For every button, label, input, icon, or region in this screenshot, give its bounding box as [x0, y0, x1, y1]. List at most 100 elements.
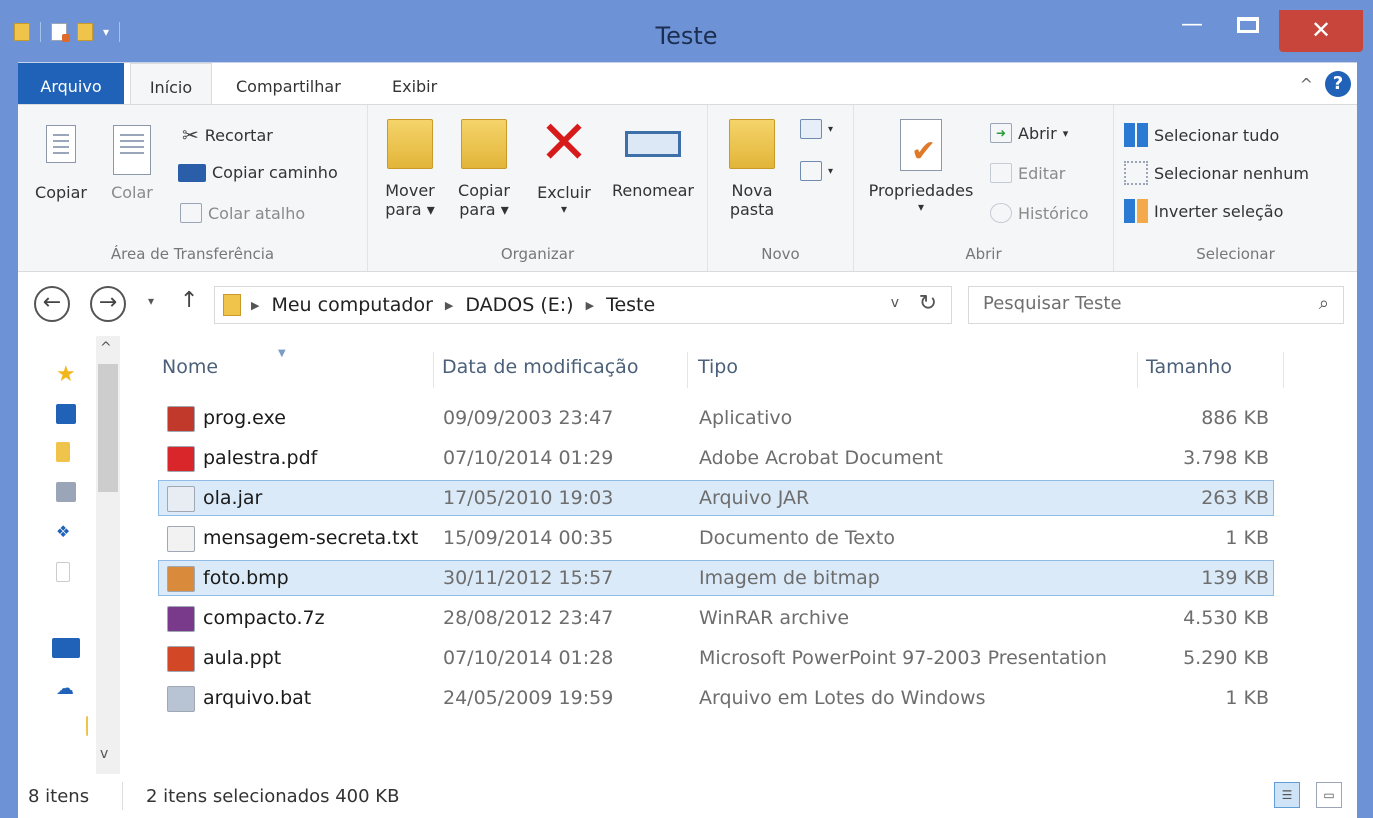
- explorer-window: ▾ Teste — ✕ Arquivo Início Compartilhar …: [0, 0, 1373, 818]
- open-group-label: Abrir: [965, 245, 1002, 263]
- delete-button[interactable]: ✕ Excluir ▾: [532, 108, 596, 216]
- history-button[interactable]: Histórico: [990, 203, 1088, 223]
- group-clipboard: Copiar Colar ✂ Recortar Copiar caminho C…: [18, 105, 368, 271]
- search-input[interactable]: Pesquisar Teste ⌕: [968, 286, 1344, 324]
- copy-to-label: Copiar: [458, 181, 510, 200]
- navigation-pane: ★ ❖ ☁ ^ v: [18, 336, 130, 774]
- column-size[interactable]: Tamanho: [1138, 352, 1284, 388]
- file-row[interactable]: arquivo.bat 24/05/2009 19:59 Arquivo em Lo…: [158, 680, 1274, 716]
- scroll-up-icon[interactable]: ^: [100, 340, 112, 356]
- favorites-star-icon[interactable]: ★: [56, 362, 76, 387]
- desktop-icon[interactable]: [56, 404, 76, 424]
- breadcrumb-current[interactable]: Teste: [606, 294, 655, 316]
- group-organize: Mover para ▾ Copiar para ▾ ✕ Excluir ▾ R…: [368, 105, 708, 271]
- back-button[interactable]: ←: [34, 286, 70, 322]
- paste-button[interactable]: Colar: [102, 125, 162, 202]
- column-name[interactable]: Nome: [158, 352, 434, 388]
- organize-group-label: Organizar: [500, 245, 575, 263]
- select-all-button[interactable]: Selecionar tudo: [1124, 123, 1279, 147]
- minimize-button[interactable]: —: [1167, 10, 1217, 42]
- search-icon[interactable]: ⌕: [1319, 293, 1329, 314]
- nav-scroll-thumb[interactable]: [98, 364, 118, 492]
- maximize-button[interactable]: [1223, 10, 1273, 42]
- column-headers: ▼ Nome Data de modificação Tipo Tamanho: [158, 348, 1288, 388]
- delete-icon: ✕: [538, 108, 590, 178]
- new-item-button[interactable]: ▾: [800, 119, 833, 139]
- file-row[interactable]: compacto.7z 28/08/2012 23:47 WinRAR archiv…: [158, 600, 1274, 636]
- rename-button[interactable]: Renomear: [604, 131, 702, 200]
- file-row[interactable]: prog.exe 09/09/2003 23:47 Aplicativo 886 KB: [158, 400, 1274, 436]
- column-date[interactable]: Data de modificação: [434, 352, 688, 388]
- open-button[interactable]: ➜ Abrir ▾: [990, 123, 1068, 143]
- downloads-folder-icon[interactable]: [56, 442, 70, 462]
- chevron-right-icon[interactable]: ▶: [445, 299, 453, 312]
- copy-to-button[interactable]: Copiar para ▾: [452, 119, 516, 219]
- edit-icon: [990, 163, 1012, 183]
- ribbon-tabs: Arquivo Início Compartilhar Exibir ^ ?: [18, 62, 1357, 105]
- recent-places-icon[interactable]: [56, 482, 76, 502]
- document-icon[interactable]: [56, 562, 70, 582]
- move-to-button[interactable]: Mover para ▾: [378, 119, 442, 219]
- search-placeholder: Pesquisar Teste: [983, 293, 1122, 314]
- address-dropdown-icon[interactable]: v: [891, 295, 899, 311]
- file-row[interactable]: aula.ppt 07/10/2014 01:28 Microsoft PowerP…: [158, 640, 1274, 676]
- invert-selection-button[interactable]: Inverter seleção: [1124, 199, 1283, 223]
- file-row[interactable]: palestra.pdf 07/10/2014 01:29 Adobe Acroba…: [158, 440, 1274, 476]
- breadcrumb-my-computer[interactable]: Meu computador: [271, 294, 432, 316]
- new-folder-button[interactable]: Nova pasta: [724, 119, 780, 219]
- forward-button[interactable]: →: [90, 286, 126, 322]
- ribbon-home: Copiar Colar ✂ Recortar Copiar caminho C…: [18, 104, 1357, 272]
- address-bar[interactable]: ▶ Meu computador ▶ DADOS (E:) ▶ Teste v …: [214, 286, 952, 324]
- recent-locations-icon[interactable]: ▾: [148, 294, 154, 308]
- refresh-icon[interactable]: ↻: [919, 291, 937, 316]
- content-area: ★ ❖ ☁ ^ v ▼ Nome Data de modificação Tip…: [18, 336, 1357, 774]
- breadcrumb-drive[interactable]: DADOS (E:): [465, 294, 573, 316]
- properties-button[interactable]: Propriedades ▾: [862, 119, 980, 214]
- file-row[interactable]: foto.bmp 30/11/2012 15:57 Imagem de bitmap…: [158, 560, 1274, 596]
- new-folder-label-1: Nova: [731, 181, 773, 200]
- computer-icon[interactable]: [52, 638, 80, 658]
- new-group-label: Novo: [761, 245, 800, 263]
- copy-label: Copiar: [35, 183, 87, 202]
- easy-access-button[interactable]: ▾: [800, 161, 833, 181]
- tab-view[interactable]: Exibir: [384, 63, 445, 105]
- chevron-right-icon[interactable]: ▶: [251, 299, 259, 312]
- paste-shortcut-button[interactable]: Colar atalho: [180, 203, 305, 223]
- up-button[interactable]: ↑: [180, 288, 198, 313]
- file-name: arquivo.bat: [203, 687, 312, 709]
- close-button[interactable]: ✕: [1279, 10, 1363, 52]
- column-type[interactable]: Tipo: [688, 352, 1138, 388]
- copy-button[interactable]: Copiar: [28, 125, 94, 202]
- file-name: mensagem-secreta.txt: [203, 527, 419, 549]
- chevron-right-icon[interactable]: ▶: [586, 299, 594, 312]
- rename-icon: [625, 131, 681, 157]
- cut-button[interactable]: ✂ Recortar: [182, 123, 273, 147]
- select-none-icon: [1124, 161, 1148, 185]
- file-size: 1 KB: [1225, 527, 1269, 549]
- large-icons-view-icon[interactable]: ▭: [1316, 782, 1342, 808]
- easy-access-icon: [800, 161, 822, 181]
- edit-button[interactable]: Editar: [990, 163, 1065, 183]
- file-type: Documento de Texto: [699, 527, 895, 549]
- select-none-button[interactable]: Selecionar nenhum: [1124, 161, 1309, 185]
- new-folder-label-2: pasta: [729, 200, 775, 219]
- file-type: Imagem de bitmap: [699, 567, 880, 589]
- file-row[interactable]: mensagem-secreta.txt 15/09/2014 00:35 Docu…: [158, 520, 1274, 556]
- tree-line: [86, 716, 90, 736]
- file-row[interactable]: ola.jar 17/05/2010 19:03 Arquivo JAR 263 KB: [158, 480, 1274, 516]
- bmp-icon: [167, 566, 195, 592]
- edit-label: Editar: [1018, 163, 1066, 183]
- file-date: 30/11/2012 15:57: [443, 567, 614, 589]
- help-icon[interactable]: ?: [1325, 71, 1351, 97]
- tab-file[interactable]: Arquivo: [18, 63, 124, 105]
- scroll-down-icon[interactable]: v: [100, 746, 108, 762]
- copy-path-button[interactable]: Copiar caminho: [178, 163, 338, 182]
- tab-share[interactable]: Compartilhar: [228, 63, 349, 105]
- tab-home[interactable]: Início: [130, 63, 212, 105]
- onedrive-icon[interactable]: ☁: [56, 678, 76, 699]
- file-type: WinRAR archive: [699, 607, 850, 629]
- collapse-ribbon-icon[interactable]: ^: [1300, 75, 1313, 94]
- dropbox-icon[interactable]: ❖: [56, 522, 76, 542]
- details-view-icon[interactable]: ☰: [1274, 782, 1300, 808]
- paste-shortcut-label: Colar atalho: [208, 203, 306, 223]
